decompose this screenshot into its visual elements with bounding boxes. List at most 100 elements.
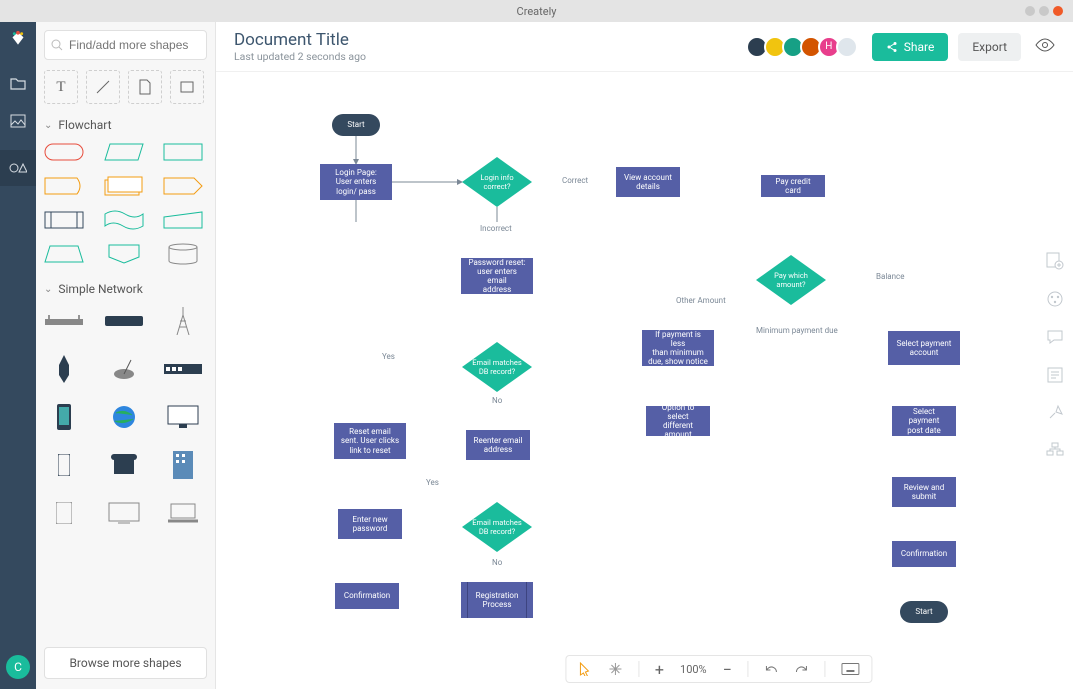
avatar[interactable]: [836, 36, 858, 58]
shape-wave[interactable]: [104, 210, 144, 230]
page-tool[interactable]: [128, 70, 162, 104]
settings-panel-icon[interactable]: [1046, 252, 1064, 270]
zoom-in-icon[interactable]: +: [655, 660, 664, 679]
shape-offpage[interactable]: [104, 244, 144, 264]
label-incorrect: Incorrect: [480, 224, 512, 233]
shape-trapezoid[interactable]: [44, 244, 84, 264]
node-minimum-notice[interactable]: If payment is less than minimum due, sho…: [642, 330, 714, 366]
shape-laptop[interactable]: [163, 498, 203, 528]
redo-icon[interactable]: [795, 662, 809, 676]
notes-panel-icon[interactable]: [1046, 366, 1064, 384]
shapes-panel-icon[interactable]: [0, 150, 36, 186]
label-balance: Balance: [876, 272, 904, 281]
node-view-account[interactable]: View account details: [616, 167, 680, 197]
node-select-diff[interactable]: Option to select different amount: [646, 406, 710, 436]
shape-globe[interactable]: [104, 402, 144, 432]
node-registration[interactable]: Registration Process: [461, 582, 533, 618]
shape-predefined[interactable]: [44, 210, 84, 230]
shape-deskphone[interactable]: [104, 450, 144, 480]
shape-desktop[interactable]: [104, 498, 144, 528]
flowchart-shapes: [44, 142, 207, 264]
shape-display[interactable]: [44, 176, 84, 196]
node-login[interactable]: Login Page: User enters login/ pass: [320, 164, 392, 200]
node-login-correct[interactable]: Login info correct?: [462, 157, 532, 207]
browse-more-shapes-button[interactable]: Browse more shapes: [44, 647, 207, 679]
theme-panel-icon[interactable]: [1046, 290, 1064, 308]
node-password-reset[interactable]: Password reset: user enters email addres…: [461, 258, 533, 294]
header-bar: Document Title Last updated 2 seconds ag…: [216, 22, 1073, 72]
chevron-down-icon: ⌄: [44, 284, 52, 295]
pointer-tool-icon[interactable]: [578, 662, 592, 676]
preview-icon[interactable]: [1035, 37, 1055, 56]
folder-icon[interactable]: [9, 74, 27, 92]
window-controls[interactable]: [1025, 6, 1063, 16]
shape-stack[interactable]: [104, 176, 144, 196]
shape-switch[interactable]: [163, 354, 203, 384]
shape-parallelogram[interactable]: [104, 142, 144, 162]
node-select-date[interactable]: Select payment post date: [892, 406, 956, 436]
rect-tool[interactable]: [170, 70, 204, 104]
shape-terminator[interactable]: [44, 142, 84, 162]
shape-library-panel: T ⌄ Flowchart ⌄ Simple Network: [36, 22, 216, 689]
node-pay-which[interactable]: Pay which amount?: [756, 255, 826, 305]
share-button[interactable]: Share: [872, 33, 949, 61]
app-title: Creately: [517, 5, 557, 18]
label-correct: Correct: [562, 176, 588, 185]
node-reset-sent[interactable]: Reset email sent. User clicks link to re…: [334, 423, 406, 459]
shape-rect[interactable]: [163, 142, 203, 162]
chevron-down-icon: ⌄: [44, 120, 52, 131]
node-confirmation1[interactable]: Confirmation: [335, 583, 399, 609]
label-other-amount: Other Amount: [676, 296, 726, 305]
collaborator-avatars[interactable]: H: [750, 36, 858, 58]
label-yes2: Yes: [426, 478, 439, 487]
node-pay-card[interactable]: Pay credit card: [761, 175, 825, 197]
node-select-acct[interactable]: Select payment account: [888, 331, 960, 365]
node-email-match1[interactable]: Email matches DB record?: [462, 342, 532, 392]
comments-panel-icon[interactable]: [1046, 328, 1064, 346]
node-reenter-email[interactable]: Reenter email address: [466, 430, 530, 460]
label-yes1: Yes: [382, 352, 395, 361]
node-confirmation2[interactable]: Confirmation: [892, 541, 956, 567]
node-end[interactable]: Start: [900, 601, 948, 623]
line-tool[interactable]: [86, 70, 120, 104]
shape-manual[interactable]: [163, 210, 203, 230]
keyboard-icon[interactable]: [842, 663, 860, 675]
diagram-canvas[interactable]: Start Login Page: User enters login/ pas…: [216, 72, 1037, 689]
zoom-out-icon[interactable]: −: [723, 660, 732, 679]
undo-icon[interactable]: [765, 662, 779, 676]
user-avatar[interactable]: C: [6, 655, 30, 679]
history-panel-icon[interactable]: [1046, 404, 1064, 422]
shape-building[interactable]: [163, 450, 203, 480]
titlebar: Creately: [0, 0, 1073, 22]
label-no2: No: [492, 558, 502, 567]
shape-router[interactable]: [104, 306, 144, 336]
pan-tool-icon[interactable]: [608, 662, 622, 676]
shape-satellite[interactable]: [104, 354, 144, 384]
export-button[interactable]: Export: [958, 33, 1021, 61]
zoom-level[interactable]: 100%: [680, 663, 707, 676]
shape-rack[interactable]: [44, 306, 84, 336]
text-tool[interactable]: T: [44, 70, 78, 104]
simplenet-section-title[interactable]: ⌄ Simple Network: [44, 282, 207, 296]
shape-rocket[interactable]: [44, 354, 84, 384]
shape-cylinder[interactable]: [163, 244, 203, 264]
node-review[interactable]: Review and submit: [892, 477, 956, 507]
label-min-due: Minimum payment due: [756, 326, 838, 335]
layers-panel-icon[interactable]: [1046, 442, 1064, 460]
flowchart-section-title[interactable]: ⌄ Flowchart: [44, 118, 207, 132]
shape-mobile[interactable]: [44, 450, 84, 480]
shape-monitor[interactable]: [163, 402, 203, 432]
shape-tablet[interactable]: [44, 498, 84, 528]
shape-tag[interactable]: [163, 176, 203, 196]
creately-logo-icon[interactable]: [7, 30, 29, 54]
search-shapes-input[interactable]: [44, 30, 207, 60]
document-title[interactable]: Document Title: [234, 30, 366, 50]
node-enter-new-pwd[interactable]: Enter new password: [338, 509, 402, 539]
image-icon[interactable]: [9, 112, 27, 130]
shape-phone[interactable]: [44, 402, 84, 432]
node-start[interactable]: Start: [332, 114, 380, 136]
shape-tower[interactable]: [163, 306, 203, 336]
search-shapes-field[interactable]: [69, 38, 216, 52]
node-email-match2[interactable]: Email matches DB record?: [462, 502, 532, 552]
simplenet-shapes: [44, 306, 207, 528]
